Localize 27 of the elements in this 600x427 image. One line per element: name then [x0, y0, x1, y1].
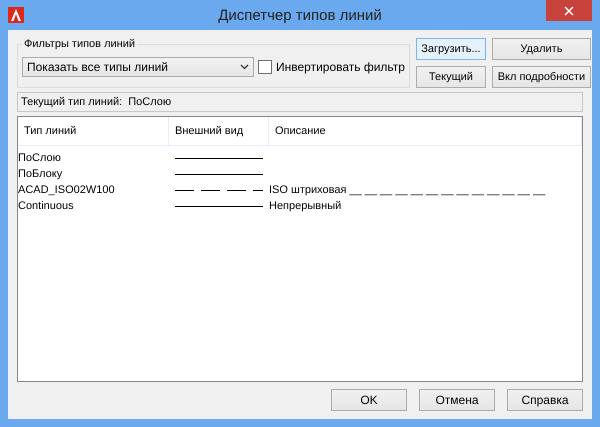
- dialog-button[interactable]: Вкл подробности: [492, 66, 591, 88]
- window-title: Диспетчер типов линий: [217, 6, 383, 24]
- dialog-button[interactable]: OK: [331, 389, 407, 411]
- dialog-button[interactable]: Текущий: [416, 66, 486, 88]
- table-cell-text: ISO штриховая __ __ __ __ __ __ __ __ __ __ __ __ __: [269, 184, 546, 196]
- group-label: Фильтры типов линий: [23, 38, 136, 50]
- dialog-button[interactable]: Отмена: [419, 389, 495, 411]
- checkbox-label: Инвертировать фильтр: [276, 60, 405, 74]
- column-header[interactable]: Тип линий: [18, 117, 169, 145]
- current-label: Текущий тип линий:: [21, 96, 122, 108]
- table-cell-text: ПоБлоку: [18, 168, 64, 180]
- table-cell-text: Continuous: [18, 200, 75, 212]
- table-cell-text: ПоСлою: [18, 152, 62, 164]
- current-value: ПоСлою: [128, 96, 172, 108]
- table-cell-text: Непрерывный: [269, 200, 342, 212]
- close-icon: [564, 6, 574, 16]
- close-button[interactable]: [546, 0, 592, 21]
- column-header[interactable]: Внешний вид: [169, 117, 269, 145]
- filter-dropdown[interactable]: Показать все типы линий: [22, 56, 254, 76]
- dialog-button[interactable]: Справка: [507, 389, 583, 411]
- dialog-button[interactable]: Загрузить...: [416, 38, 486, 60]
- table-cell-text: ACAD_ISO02W100: [18, 184, 116, 196]
- dialog-button[interactable]: Удалить: [492, 38, 591, 60]
- app-logo-icon: [8, 7, 24, 23]
- column-header[interactable]: Описание: [269, 117, 582, 145]
- invert-checkbox[interactable]: [258, 60, 272, 74]
- chevron-icon: [240, 64, 249, 70]
